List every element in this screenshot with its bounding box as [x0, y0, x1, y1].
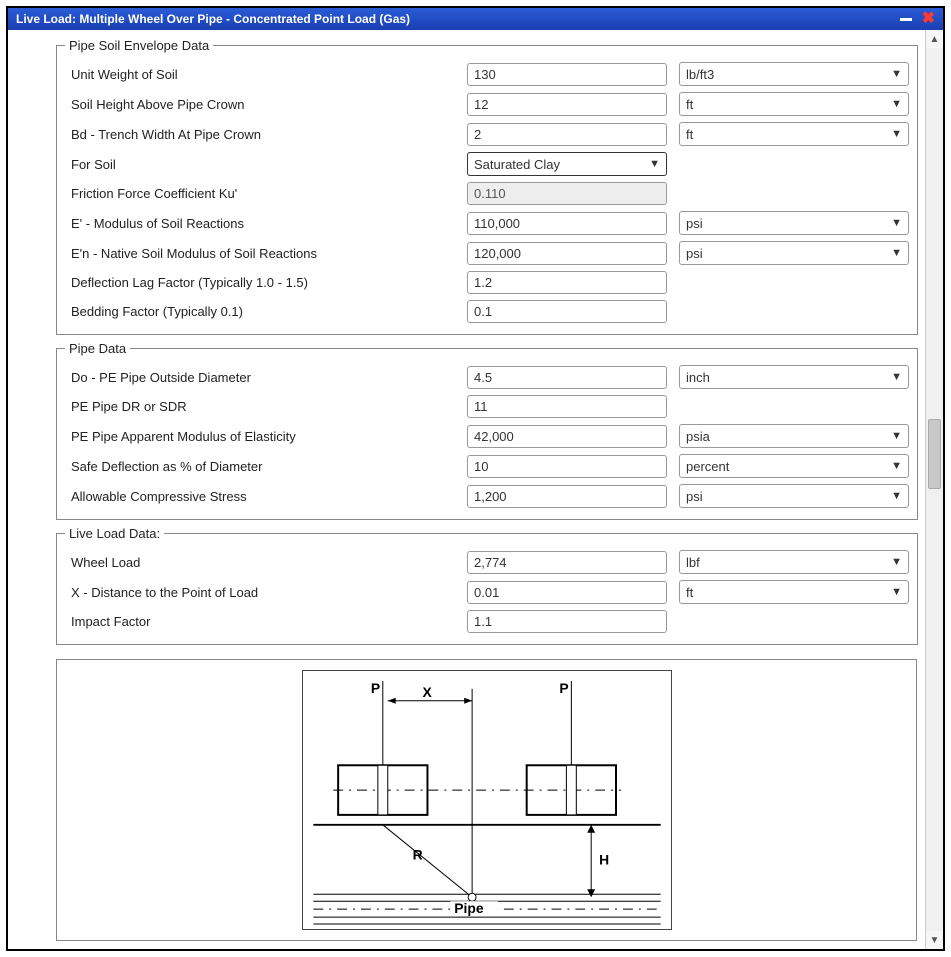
bd-label: Bd - Trench Width At Pipe Crown	[65, 127, 455, 142]
diagram-label-h: H	[599, 852, 609, 868]
chevron-down-icon: ▼	[891, 217, 902, 229]
dr-input[interactable]	[467, 395, 667, 418]
diagram-panel: P P X	[56, 659, 917, 941]
chevron-down-icon: ▼	[891, 68, 902, 80]
unit-weight-unit-select[interactable]: lb/ft3▼	[679, 62, 909, 86]
group-pipe-soil-envelope: Pipe Soil Envelope Data Unit Weight of S…	[56, 38, 918, 335]
diagram-label-p1: P	[370, 680, 379, 696]
comp-unit-select[interactable]: psi▼	[679, 484, 909, 508]
for-soil-select[interactable]: Saturated Clay▼	[467, 152, 667, 176]
do-unit-select[interactable]: inch▼	[679, 365, 909, 389]
minimize-icon[interactable]	[900, 18, 912, 21]
chevron-down-icon: ▼	[891, 247, 902, 259]
load-diagram: P P X	[303, 671, 671, 929]
chevron-down-icon: ▼	[891, 98, 902, 110]
deflect-input[interactable]	[467, 455, 667, 478]
en-unit-select[interactable]: psi▼	[679, 241, 909, 265]
deflect-unit-select[interactable]: percent▼	[679, 454, 909, 478]
eprime-unit-select[interactable]: psi▼	[679, 211, 909, 235]
unit-weight-label: Unit Weight of Soil	[65, 67, 455, 82]
chevron-down-icon: ▼	[891, 556, 902, 568]
wheel-label: Wheel Load	[65, 555, 455, 570]
x-label: X - Distance to the Point of Load	[65, 585, 455, 600]
content: Pipe Soil Envelope Data Unit Weight of S…	[8, 30, 925, 949]
ku-input	[467, 182, 667, 205]
diagram-label-p2: P	[559, 680, 568, 696]
chevron-down-icon: ▼	[649, 158, 660, 170]
bd-input[interactable]	[467, 123, 667, 146]
bedding-label: Bedding Factor (Typically 0.1)	[65, 304, 455, 319]
chevron-down-icon: ▼	[891, 586, 902, 598]
diagram-label-x: X	[422, 684, 432, 700]
lag-label: Deflection Lag Factor (Typically 1.0 - 1…	[65, 275, 455, 290]
scroll-up-icon[interactable]: ▲	[926, 30, 943, 48]
bedding-input[interactable]	[467, 300, 667, 323]
window-title: Live Load: Multiple Wheel Over Pipe - Co…	[16, 12, 410, 26]
soil-height-label: Soil Height Above Pipe Crown	[65, 97, 455, 112]
scroll-thumb[interactable]	[928, 419, 941, 489]
lag-input[interactable]	[467, 271, 667, 294]
diagram-label-pipe: Pipe	[454, 900, 484, 916]
deflect-label: Safe Deflection as % of Diameter	[65, 459, 455, 474]
bd-unit-select[interactable]: ft▼	[679, 122, 909, 146]
wheel-unit-select[interactable]: lbf▼	[679, 550, 909, 574]
moe-input[interactable]	[467, 425, 667, 448]
unit-weight-input[interactable]	[467, 63, 667, 86]
chevron-down-icon: ▼	[891, 490, 902, 502]
group-legend: Pipe Data	[65, 341, 130, 356]
wheel-input[interactable]	[467, 551, 667, 574]
x-input[interactable]	[467, 581, 667, 604]
comp-input[interactable]	[467, 485, 667, 508]
chevron-down-icon: ▼	[891, 371, 902, 383]
do-input[interactable]	[467, 366, 667, 389]
eprime-label: E' - Modulus of Soil Reactions	[65, 216, 455, 231]
moe-label: PE Pipe Apparent Modulus of Elasticity	[65, 429, 455, 444]
ku-label: Friction Force Coefficient Ku'	[65, 186, 455, 201]
client-area: Pipe Soil Envelope Data Unit Weight of S…	[8, 30, 943, 949]
soil-height-input[interactable]	[467, 93, 667, 116]
diagram-label-r: R	[412, 847, 422, 863]
x-unit-select[interactable]: ft▼	[679, 580, 909, 604]
group-legend: Pipe Soil Envelope Data	[65, 38, 213, 53]
chevron-down-icon: ▼	[891, 430, 902, 442]
app-window: Live Load: Multiple Wheel Over Pipe - Co…	[6, 6, 945, 951]
scroll-track[interactable]	[926, 48, 943, 931]
en-label: E'n - Native Soil Modulus of Soil Reacti…	[65, 246, 455, 261]
group-pipe-data: Pipe Data Do - PE Pipe Outside Diameter …	[56, 341, 918, 520]
close-icon[interactable]: ✖	[922, 13, 935, 25]
vertical-scrollbar[interactable]: ▲ ▼	[925, 30, 943, 949]
impact-input[interactable]	[467, 610, 667, 633]
chevron-down-icon: ▼	[891, 128, 902, 140]
impact-label: Impact Factor	[65, 614, 455, 629]
soil-height-unit-select[interactable]: ft▼	[679, 92, 909, 116]
chevron-down-icon: ▼	[891, 460, 902, 472]
eprime-input[interactable]	[467, 212, 667, 235]
for-soil-label: For Soil	[65, 157, 455, 172]
scroll-down-icon[interactable]: ▼	[926, 931, 943, 949]
comp-label: Allowable Compressive Stress	[65, 489, 455, 504]
group-live-load: Live Load Data: Wheel Load lbf▼ X - Dist…	[56, 526, 918, 645]
group-legend: Live Load Data:	[65, 526, 164, 541]
do-label: Do - PE Pipe Outside Diameter	[65, 370, 455, 385]
titlebar: Live Load: Multiple Wheel Over Pipe - Co…	[8, 8, 943, 30]
en-input[interactable]	[467, 242, 667, 265]
dr-label: PE Pipe DR or SDR	[65, 399, 455, 414]
diagram-frame: P P X	[302, 670, 672, 930]
moe-unit-select[interactable]: psia▼	[679, 424, 909, 448]
